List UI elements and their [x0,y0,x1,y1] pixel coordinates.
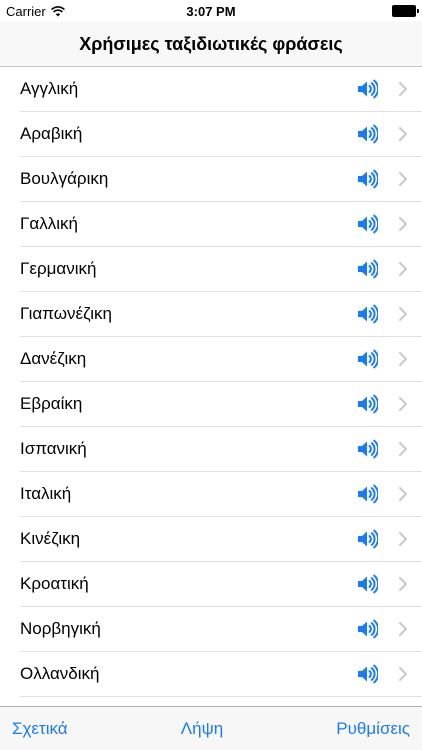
list-item[interactable]: Γιαπωνέζικη [20,292,422,337]
list-item[interactable]: Κινέζικη [20,517,422,562]
chevron-right-icon [398,351,408,367]
speaker-icon[interactable] [356,438,380,460]
speaker-icon[interactable] [356,78,380,100]
list-item[interactable]: Βουλγάρικη [20,157,422,202]
speaker-icon[interactable] [356,303,380,325]
chevron-right-icon [398,621,408,637]
list-item[interactable]: Κροατική [20,562,422,607]
speaker-icon[interactable] [356,618,380,640]
list-item[interactable]: Γερμανική [20,247,422,292]
chevron-right-icon [398,81,408,97]
list-item[interactable]: Αραβική [20,112,422,157]
chevron-right-icon [398,486,408,502]
status-time: 3:07 PM [186,4,236,19]
chevron-right-icon [398,666,408,682]
chevron-right-icon [398,576,408,592]
list-item[interactable]: Ισπανική [20,427,422,472]
speaker-icon[interactable] [356,483,380,505]
bottom-toolbar: Σχετικά Λήψη Ρυθμίσεις [0,706,422,750]
speaker-icon[interactable] [356,393,380,415]
list-item[interactable]: Γαλλική [20,202,422,247]
list-item[interactable] [20,697,422,705]
about-button[interactable]: Σχετικά [12,719,68,739]
speaker-icon[interactable] [356,258,380,280]
chevron-right-icon [398,441,408,457]
battery-icon [392,5,419,17]
chevron-right-icon [398,396,408,412]
speaker-icon[interactable] [356,348,380,370]
settings-button[interactable]: Ρυθμίσεις [336,719,410,739]
list-item[interactable]: Ιταλική [20,472,422,517]
list-item[interactable]: Αγγλική [20,67,422,112]
speaker-icon[interactable] [356,213,380,235]
status-right [392,5,419,17]
page-title: Χρήσιμες ταξιδιωτικές φράσεις [79,33,343,54]
speaker-icon[interactable] [356,168,380,190]
list-item[interactable]: Ολλανδική [20,652,422,697]
chevron-right-icon [398,171,408,187]
status-bar: Carrier 3:07 PM [0,0,422,22]
download-button[interactable]: Λήψη [181,719,223,739]
chevron-right-icon [398,126,408,142]
speaker-icon[interactable] [356,663,380,685]
navigation-bar: Χρήσιμες ταξιδιωτικές φράσεις [0,22,422,67]
speaker-icon[interactable] [356,573,380,595]
chevron-right-icon [398,261,408,277]
list-item[interactable]: Δανέζικη [20,337,422,382]
list-item[interactable]: Νορβηγική [20,607,422,652]
speaker-icon[interactable] [356,123,380,145]
language-list[interactable]: Αγγλική Αραβική Βουλγάρικη Γαλλική Γερμανική… [0,67,422,705]
chevron-right-icon [398,531,408,547]
chevron-right-icon [398,216,408,232]
chevron-right-icon [398,306,408,322]
list-item[interactable]: Εβραίκη [20,382,422,427]
speaker-icon[interactable] [356,528,380,550]
